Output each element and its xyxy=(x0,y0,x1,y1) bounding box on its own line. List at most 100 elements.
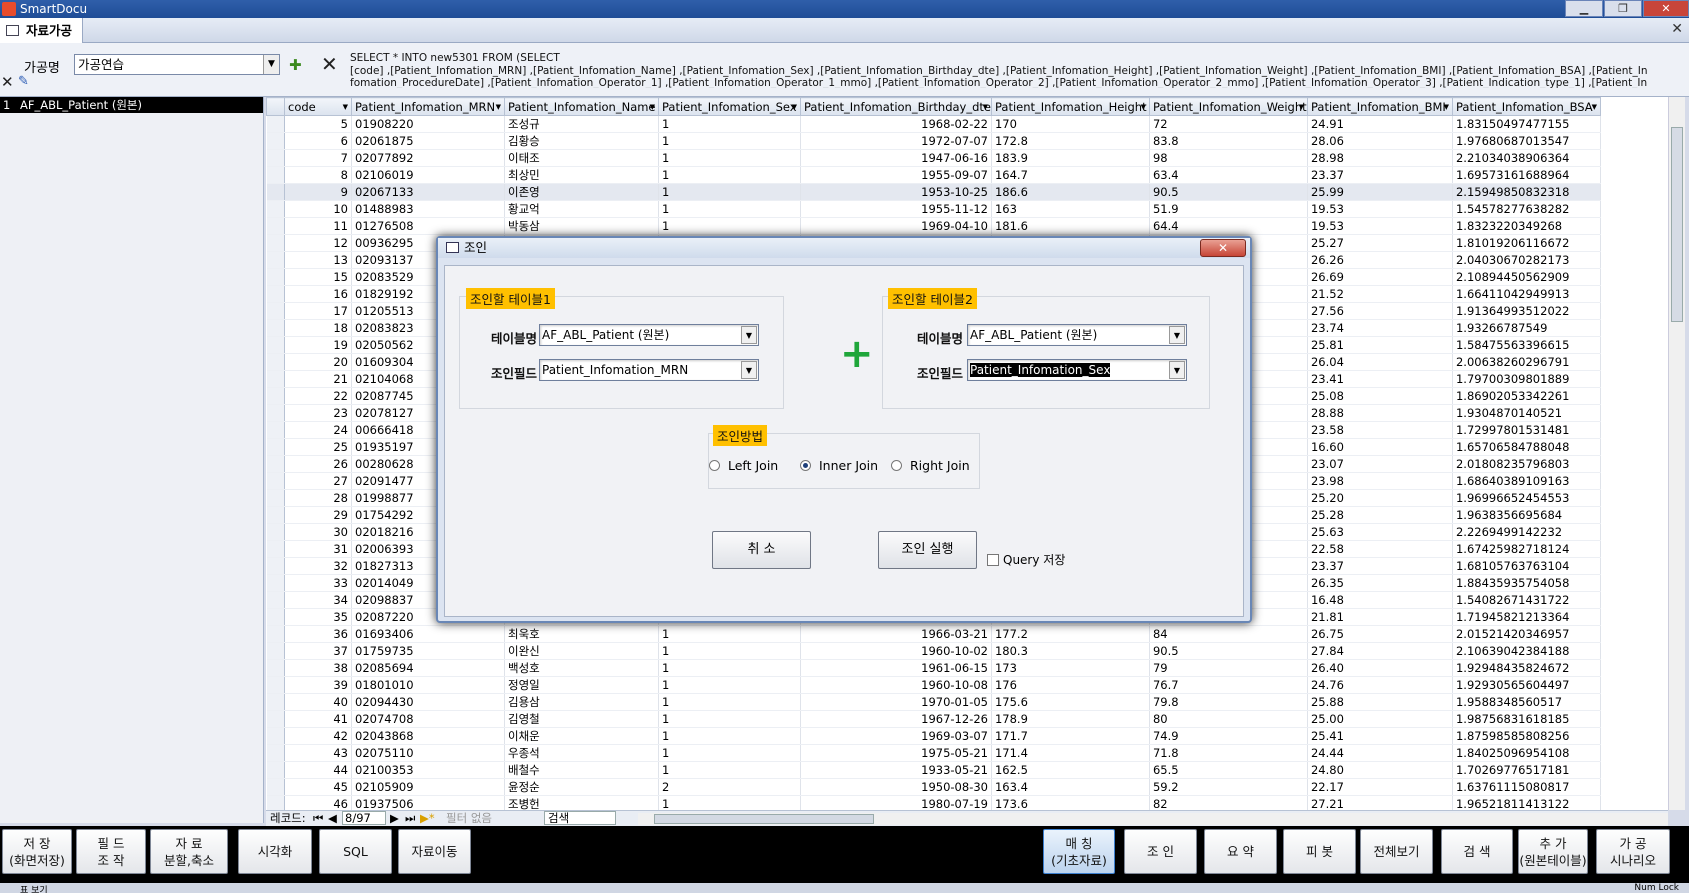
table-cell[interactable]: 1 xyxy=(658,744,801,762)
table-cell[interactable]: 25.08 xyxy=(1307,387,1453,405)
table-cell[interactable]: 183.9 xyxy=(991,149,1150,167)
table-cell[interactable]: 1.97680687013547 xyxy=(1452,132,1601,150)
table-cell[interactable]: 23 xyxy=(284,404,352,422)
table-cell[interactable]: 26.69 xyxy=(1307,268,1453,286)
table-cell[interactable]: 02061875 xyxy=(351,132,505,150)
row-selector[interactable] xyxy=(266,489,285,507)
table-cell[interactable]: 1.86902053342261 xyxy=(1452,387,1601,405)
table-cell[interactable]: 1 xyxy=(658,761,801,779)
table-cell[interactable]: 02085694 xyxy=(351,659,505,677)
table-cell[interactable]: 01693406 xyxy=(351,625,505,643)
table-cell[interactable]: 1.9588348560517 xyxy=(1452,693,1601,711)
table-cell[interactable]: 1980-07-19 xyxy=(800,795,992,810)
table-cell[interactable]: 1.92930565604497 xyxy=(1452,676,1601,694)
row-selector[interactable] xyxy=(266,574,285,592)
table-cell[interactable]: 90.5 xyxy=(1149,642,1308,660)
row-selector[interactable] xyxy=(266,523,285,541)
table-cell[interactable]: 22 xyxy=(284,387,352,405)
table-cell[interactable]: 25.20 xyxy=(1307,489,1453,507)
row-selector[interactable] xyxy=(266,659,285,677)
table-cell[interactable]: 40 xyxy=(284,693,352,711)
table-cell[interactable]: 45 xyxy=(284,778,352,796)
table-cell[interactable]: 74.9 xyxy=(1149,727,1308,745)
table-cell[interactable]: 김영철 xyxy=(504,710,659,728)
table-cell[interactable]: 36 xyxy=(284,625,352,643)
chevron-down-icon[interactable]: ▼ xyxy=(741,326,757,344)
table-cell[interactable]: 1933-05-21 xyxy=(800,761,992,779)
row-selector[interactable] xyxy=(266,455,285,473)
table-cell[interactable]: 1969-04-10 xyxy=(800,217,992,235)
table-cell[interactable]: 79 xyxy=(1149,659,1308,677)
table-cell[interactable]: 37 xyxy=(284,642,352,660)
table-cell[interactable]: 1960-10-02 xyxy=(800,642,992,660)
table-cell[interactable]: 1969-03-07 xyxy=(800,727,992,745)
table-row[interactable]: 39 01801010 정영일 1 1960-10-08 176 76.7 24.76 1.92… xyxy=(266,676,1601,694)
minimize-button[interactable]: ▁ xyxy=(1565,0,1603,17)
edit-icon[interactable]: ✎ xyxy=(18,74,34,89)
table-cell[interactable]: 이완신 xyxy=(504,642,659,660)
table-cell[interactable]: 16.48 xyxy=(1307,591,1453,609)
table-cell[interactable]: 1 xyxy=(658,217,801,235)
table-row[interactable]: 10 01488983 황교억 1 1955-11-12 163 51.9 19.53 1.54… xyxy=(266,200,1601,218)
table-cell[interactable]: 28 xyxy=(284,489,352,507)
table-cell[interactable]: 2.01808235796803 xyxy=(1452,455,1601,473)
table-cell[interactable]: 42 xyxy=(284,727,352,745)
table-cell[interactable]: 176 xyxy=(991,676,1150,694)
table-cell[interactable]: 186.6 xyxy=(991,183,1150,201)
table-cell[interactable]: 2.04030670282173 xyxy=(1452,251,1601,269)
table-cell[interactable]: 백성호 xyxy=(504,659,659,677)
table-cell[interactable]: 1.54578277638282 xyxy=(1452,200,1601,218)
table-cell[interactable]: 25.63 xyxy=(1307,523,1453,541)
row-selector[interactable] xyxy=(266,115,285,133)
table-cell[interactable]: 1.92948435824672 xyxy=(1452,659,1601,677)
command-button[interactable]: 필 드 조 작 xyxy=(76,829,146,874)
row-selector[interactable] xyxy=(266,744,285,762)
command-button[interactable]: 저 장 (화면저장) xyxy=(2,829,72,874)
table-cell[interactable]: 1 xyxy=(658,200,801,218)
table-cell[interactable]: 1.63761115080817 xyxy=(1452,778,1601,796)
sort-arrow-icon[interactable]: ▼ xyxy=(983,103,988,111)
delete-icon[interactable]: ✕ xyxy=(321,52,338,76)
sort-arrow-icon[interactable]: ▼ xyxy=(1444,103,1449,111)
table-cell[interactable]: 윤정순 xyxy=(504,778,659,796)
table-cell[interactable]: 1.88435935754058 xyxy=(1452,574,1601,592)
table-cell[interactable]: 24.91 xyxy=(1307,115,1453,133)
table-cell[interactable]: 27.21 xyxy=(1307,795,1453,810)
table-cell[interactable]: 19.53 xyxy=(1307,217,1453,235)
table-cell[interactable]: 01276508 xyxy=(351,217,505,235)
table-cell[interactable]: 172.8 xyxy=(991,132,1150,150)
table-cell[interactable]: 1.71945821213364 xyxy=(1452,608,1601,626)
close-window-button[interactable]: ✕ xyxy=(1643,0,1689,17)
table2-field-combo[interactable]: Patient_Infomation_Sex ▼ xyxy=(967,359,1187,381)
table-row[interactable]: 42 02043868 이채운 1 1969-03-07 171.7 74.9 25.41 1.… xyxy=(266,727,1601,745)
table-cell[interactable]: 1972-07-07 xyxy=(800,132,992,150)
table-cell[interactable]: 26.40 xyxy=(1307,659,1453,677)
command-button[interactable]: 가 공 시나리오 xyxy=(1596,829,1670,874)
table-cell[interactable]: 6 xyxy=(284,132,352,150)
table2-name-combo[interactable]: AF_ABL_Patient (원본) ▼ xyxy=(967,324,1187,346)
table-cell[interactable]: 1967-12-26 xyxy=(800,710,992,728)
next-record-icon[interactable]: ▶ xyxy=(390,811,399,826)
table-cell[interactable]: 24.76 xyxy=(1307,676,1453,694)
command-button[interactable]: 자 료 분할,축소 xyxy=(150,829,228,874)
table-cell[interactable]: 1.96996652454553 xyxy=(1452,489,1601,507)
table-cell[interactable]: 2.21034038906364 xyxy=(1452,149,1601,167)
cancel-button[interactable]: 취 소 xyxy=(712,531,811,569)
table-cell[interactable]: 01937506 xyxy=(351,795,505,810)
table-cell[interactable]: 1.54082671431722 xyxy=(1452,591,1601,609)
table-cell[interactable]: 1 xyxy=(658,183,801,201)
close-tab-icon[interactable]: ✕ xyxy=(1671,21,1683,37)
table-cell[interactable]: 1.93266787549 xyxy=(1452,319,1601,337)
row-selector[interactable] xyxy=(266,506,285,524)
table1-field-combo[interactable]: Patient_Infomation_MRN ▼ xyxy=(539,359,759,381)
table-cell[interactable]: 23.41 xyxy=(1307,370,1453,388)
table-cell[interactable]: 7 xyxy=(284,149,352,167)
row-selector[interactable] xyxy=(266,710,285,728)
column-header[interactable]: Patient_Infomation_BMI ▼ xyxy=(1306,97,1453,116)
table-row[interactable]: 40 02094430 김용삼 1 1970-01-05 175.6 79.8 25.88 1.… xyxy=(266,693,1601,711)
command-button[interactable]: 매 칭 (기초자료) xyxy=(1043,829,1115,874)
table-cell[interactable]: 178.9 xyxy=(991,710,1150,728)
record-position-input[interactable]: 8/97 xyxy=(342,811,386,825)
table-cell[interactable]: 1955-09-07 xyxy=(800,166,992,184)
table-cell[interactable]: 16.60 xyxy=(1307,438,1453,456)
